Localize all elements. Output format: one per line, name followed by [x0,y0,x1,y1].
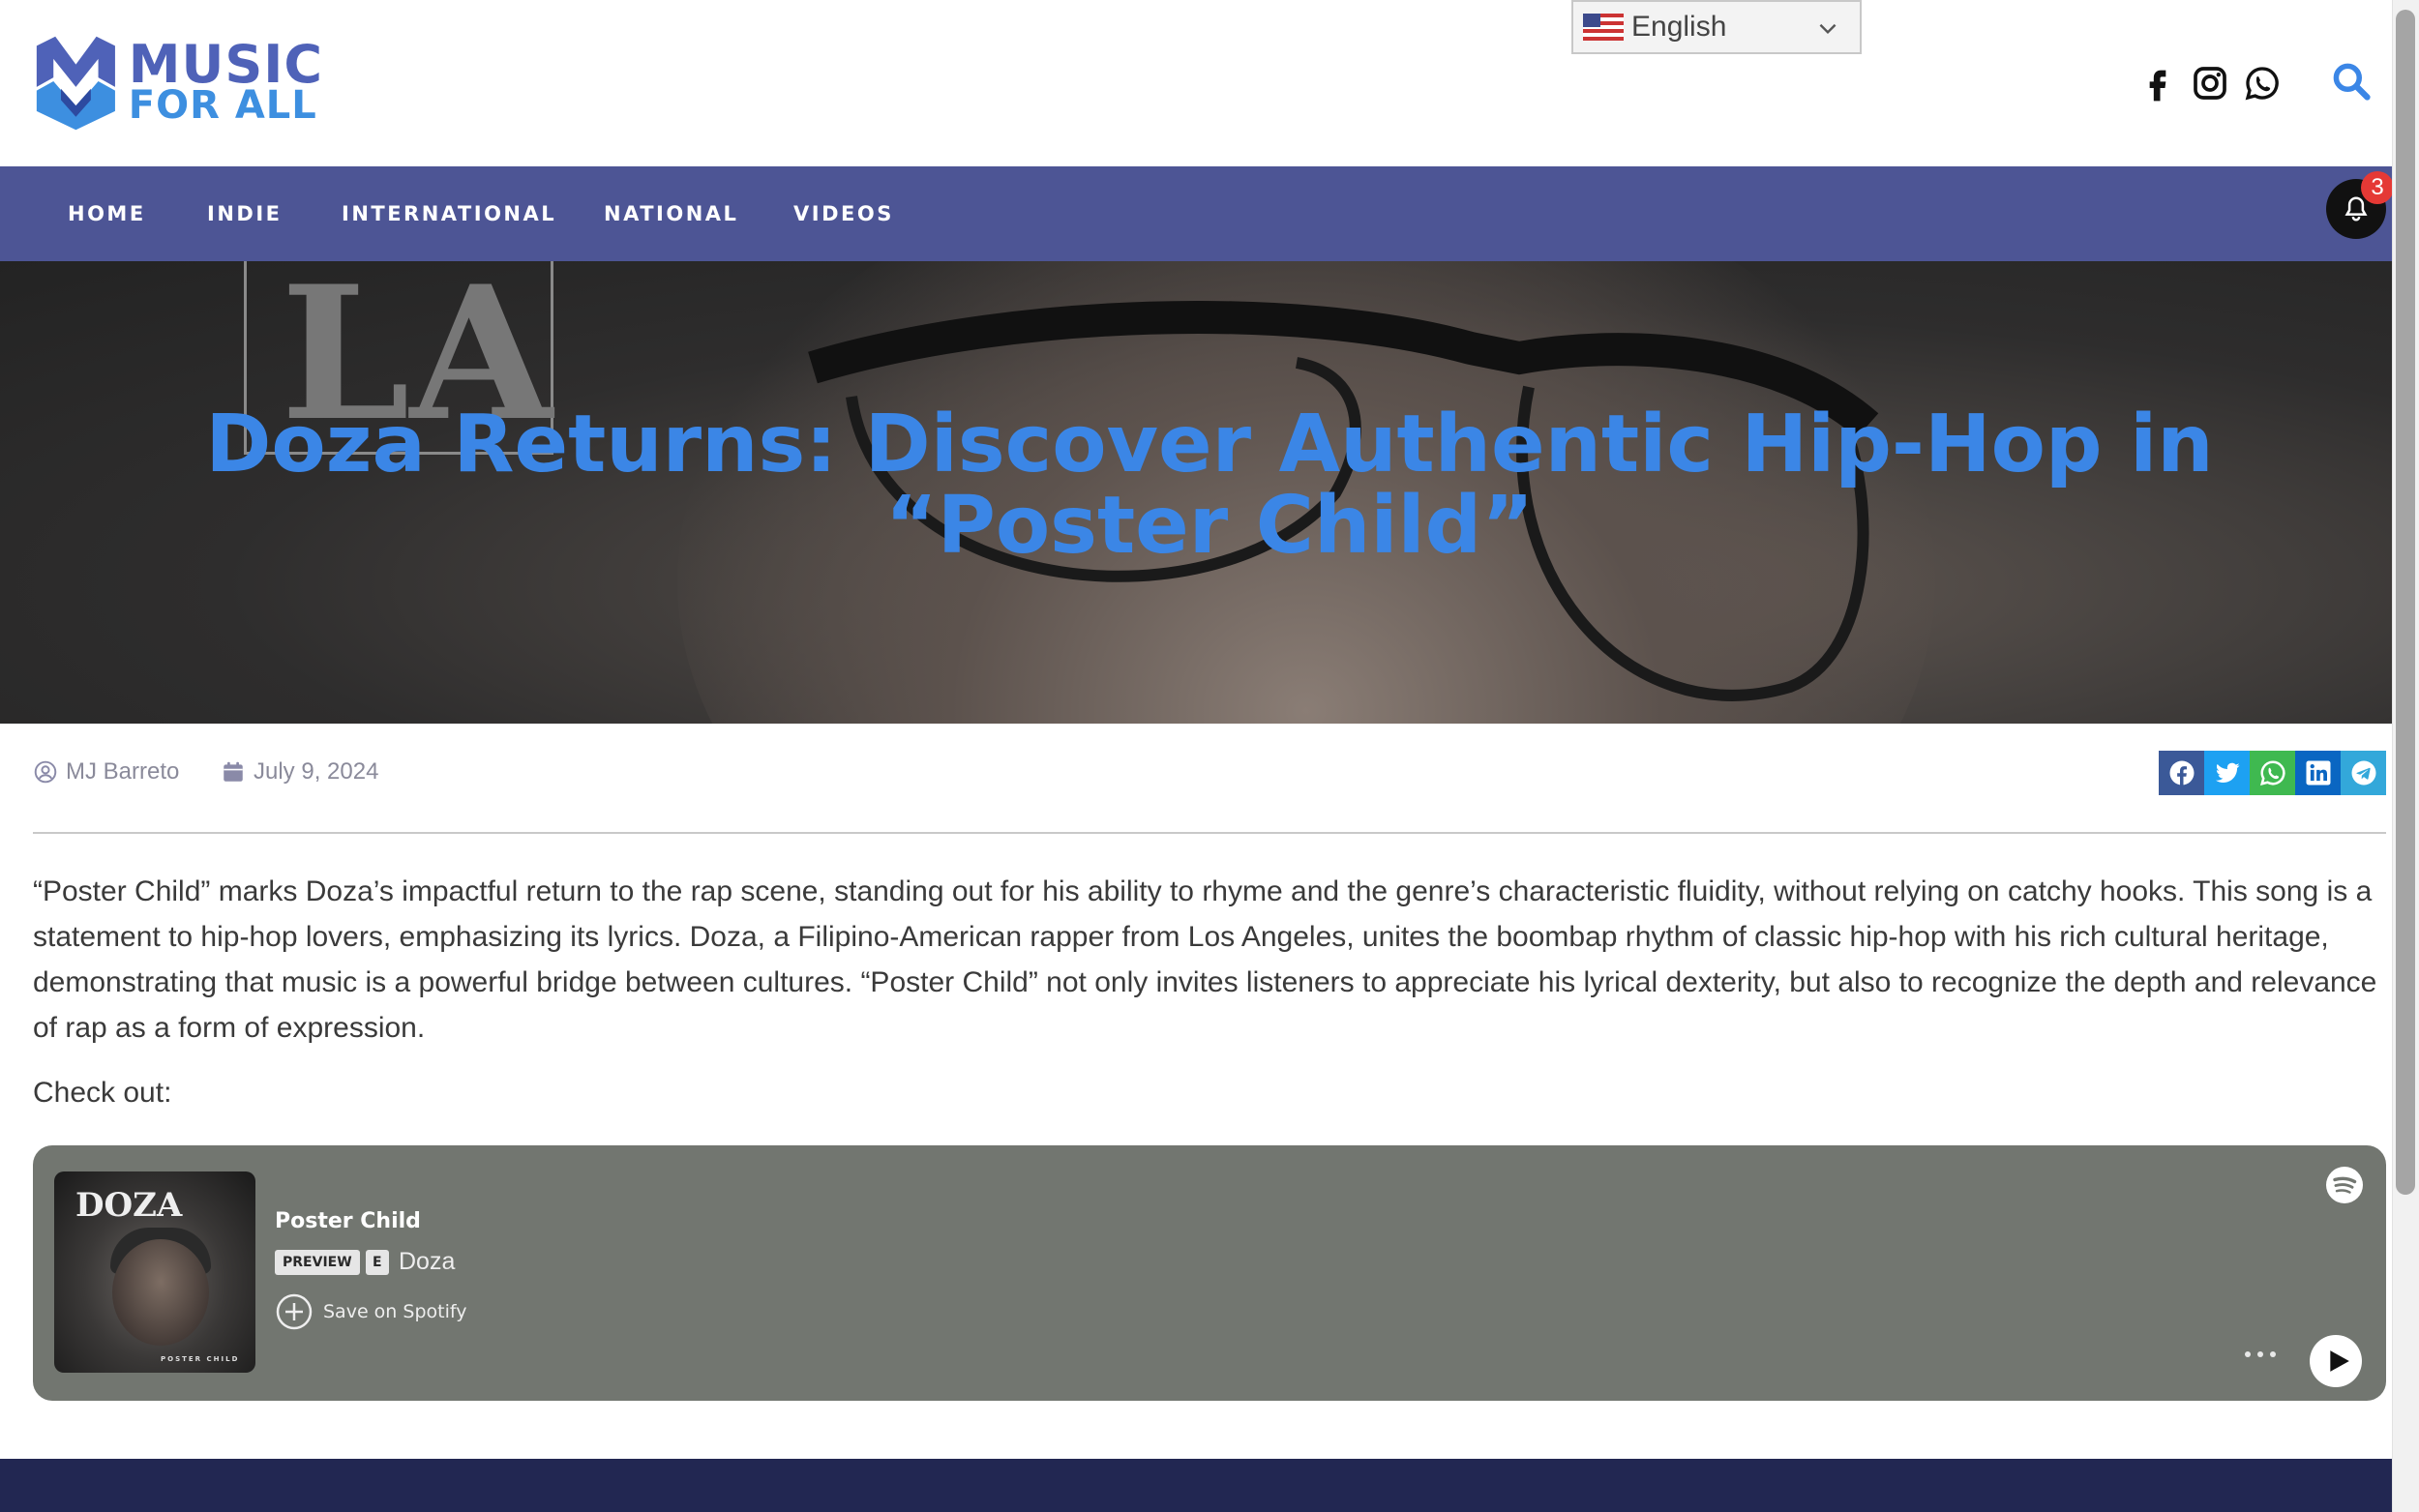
track-title[interactable]: Poster Child [275,1209,421,1233]
share-twitter-button[interactable] [2204,751,2250,795]
artist-name[interactable]: Doza [399,1248,455,1276]
spotify-embed[interactable]: DOZA POSTER CHILD Poster Child PREVIEW E… [33,1145,2386,1401]
nav-item-home[interactable]: HOME [68,166,146,261]
nav-item-national[interactable]: NATIONAL [604,166,738,261]
user-circle-icon [34,760,57,784]
facebook-link[interactable] [2138,64,2177,103]
search-icon [2333,63,2371,101]
logo-text-line1: MUSIC [128,33,323,95]
spotify-logo-icon[interactable] [2325,1166,2364,1204]
share-whatsapp-button[interactable] [2250,751,2295,795]
site-logo[interactable]: MUSIC FOR ALL [33,31,323,133]
nav-item-videos[interactable]: VIDEOS [793,166,894,261]
album-cover[interactable]: DOZA POSTER CHILD [54,1171,255,1373]
notification-badge: 3 [2361,171,2394,204]
instagram-link[interactable] [2191,64,2229,103]
instagram-icon [2194,67,2226,100]
site-footer [0,1459,2392,1512]
whatsapp-link[interactable] [2243,64,2282,103]
share-facebook-button[interactable] [2159,751,2204,795]
save-on-spotify-button[interactable]: Save on Spotify [275,1292,466,1331]
chevron-down-icon [1819,23,1837,35]
save-label: Save on Spotify [323,1301,467,1322]
logo-mark-icon [36,36,115,131]
site-header: MUSIC FOR ALL English [0,0,2392,166]
main-nav: HOME INDIE INTERNATIONAL NATIONAL VIDEOS [0,166,2392,261]
nav-item-international[interactable]: INTERNATIONAL [342,166,556,261]
article-title: Doza Returns: Discover Authentic Hip-Hop… [205,399,2214,572]
language-selector[interactable]: English [1571,0,1862,54]
calendar-icon [224,761,243,782]
cover-photo-face [112,1239,209,1346]
search-button[interactable] [2330,60,2373,103]
add-circle-icon [276,1293,313,1330]
linkedin-icon [2306,760,2330,786]
article-body: “Poster Child” marks Doza’s impactful re… [33,875,2377,1044]
hero-banner: LA Doza Returns: Discover Authentic Hip-… [0,261,2392,724]
meta-divider [33,832,2386,834]
twitter-icon [2215,762,2239,783]
author-name: MJ Barreto [66,758,180,785]
whatsapp-icon [2245,67,2279,101]
share-linkedin-button[interactable] [2295,751,2341,795]
post-author[interactable]: MJ Barreto [33,755,179,789]
nav-item-indie[interactable]: INDIE [207,166,282,261]
facebook-icon [2169,760,2194,786]
logo-text-line2: FOR ALL [128,83,317,129]
cover-text: DOZA [75,1186,183,1225]
post-date: July 9, 2024 [221,755,378,789]
explicit-badge: E [366,1250,389,1275]
play-button[interactable] [2310,1335,2362,1387]
check-out-label: Check out: [33,1077,172,1109]
scrollbar-thumb[interactable] [2396,10,2415,1195]
language-label: English [1631,11,1727,43]
play-icon [2329,1350,2349,1372]
share-telegram-button[interactable] [2341,751,2386,795]
whatsapp-icon [2259,760,2285,786]
more-options-icon[interactable] [2244,1349,2277,1360]
facebook-icon [2149,70,2166,102]
cover-caption: POSTER CHILD [161,1355,240,1363]
preview-badge: PREVIEW [275,1250,360,1275]
date-text: July 9, 2024 [254,758,379,785]
telegram-icon [2351,760,2375,786]
us-flag-icon [1583,14,1624,41]
